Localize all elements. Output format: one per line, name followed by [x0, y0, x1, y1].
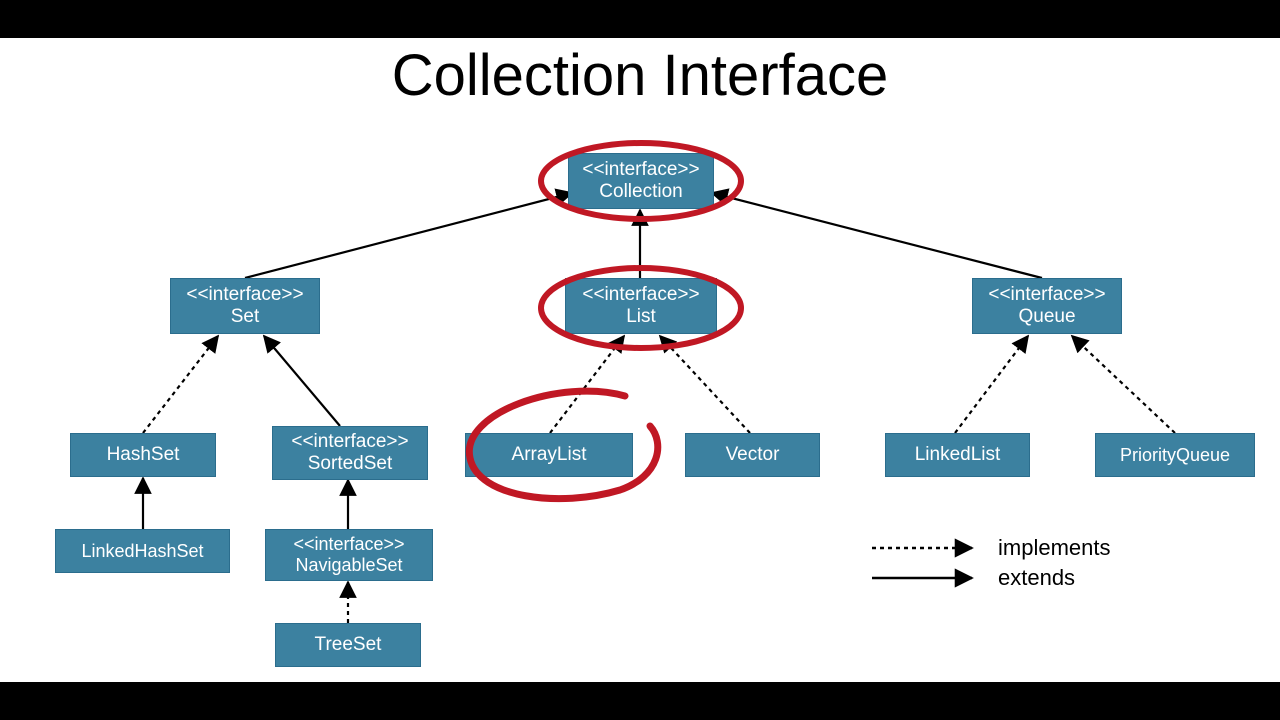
node-label: Vector [726, 444, 780, 466]
legend-row-extends: extends [870, 565, 1250, 591]
node-label: Set [231, 306, 260, 328]
legend-arrow-dashed-icon [870, 538, 980, 558]
node-hashset: HashSet [70, 433, 216, 477]
node-linkedhashset: LinkedHashSet [55, 529, 230, 573]
diagram-stage: Collection Interface [0, 38, 1280, 682]
node-label: List [626, 306, 656, 328]
legend-label-extends: extends [998, 565, 1075, 591]
node-stereotype: <<interface>> [582, 159, 699, 181]
node-vector: Vector [685, 433, 820, 477]
node-label: Queue [1018, 306, 1075, 328]
page-title: Collection Interface [0, 42, 1280, 109]
node-stereotype: <<interface>> [293, 534, 404, 555]
legend: implements extends [870, 535, 1250, 595]
node-navigableset: <<interface>> NavigableSet [265, 529, 433, 581]
node-linkedlist: LinkedList [885, 433, 1030, 477]
node-list: <<interface>> List [565, 278, 717, 334]
node-stereotype: <<interface>> [291, 431, 408, 453]
node-stereotype: <<interface>> [186, 284, 303, 306]
node-label: Collection [599, 181, 682, 203]
node-label: ArrayList [512, 444, 587, 466]
node-arraylist: ArrayList [465, 433, 633, 477]
node-collection: <<interface>> Collection [568, 153, 714, 209]
node-queue: <<interface>> Queue [972, 278, 1122, 334]
node-label: LinkedList [915, 444, 1001, 466]
node-label: LinkedHashSet [81, 541, 203, 562]
node-label: TreeSet [315, 634, 382, 656]
node-set: <<interface>> Set [170, 278, 320, 334]
node-label: NavigableSet [295, 555, 402, 576]
node-label: PriorityQueue [1120, 445, 1230, 466]
legend-arrow-solid-icon [870, 568, 980, 588]
node-stereotype: <<interface>> [988, 284, 1105, 306]
node-priorityqueue: PriorityQueue [1095, 433, 1255, 477]
node-label: HashSet [107, 444, 180, 466]
legend-label-implements: implements [998, 535, 1110, 561]
node-stereotype: <<interface>> [582, 284, 699, 306]
legend-row-implements: implements [870, 535, 1250, 561]
node-label: SortedSet [308, 453, 393, 475]
node-sortedset: <<interface>> SortedSet [272, 426, 428, 480]
node-treeset: TreeSet [275, 623, 421, 667]
